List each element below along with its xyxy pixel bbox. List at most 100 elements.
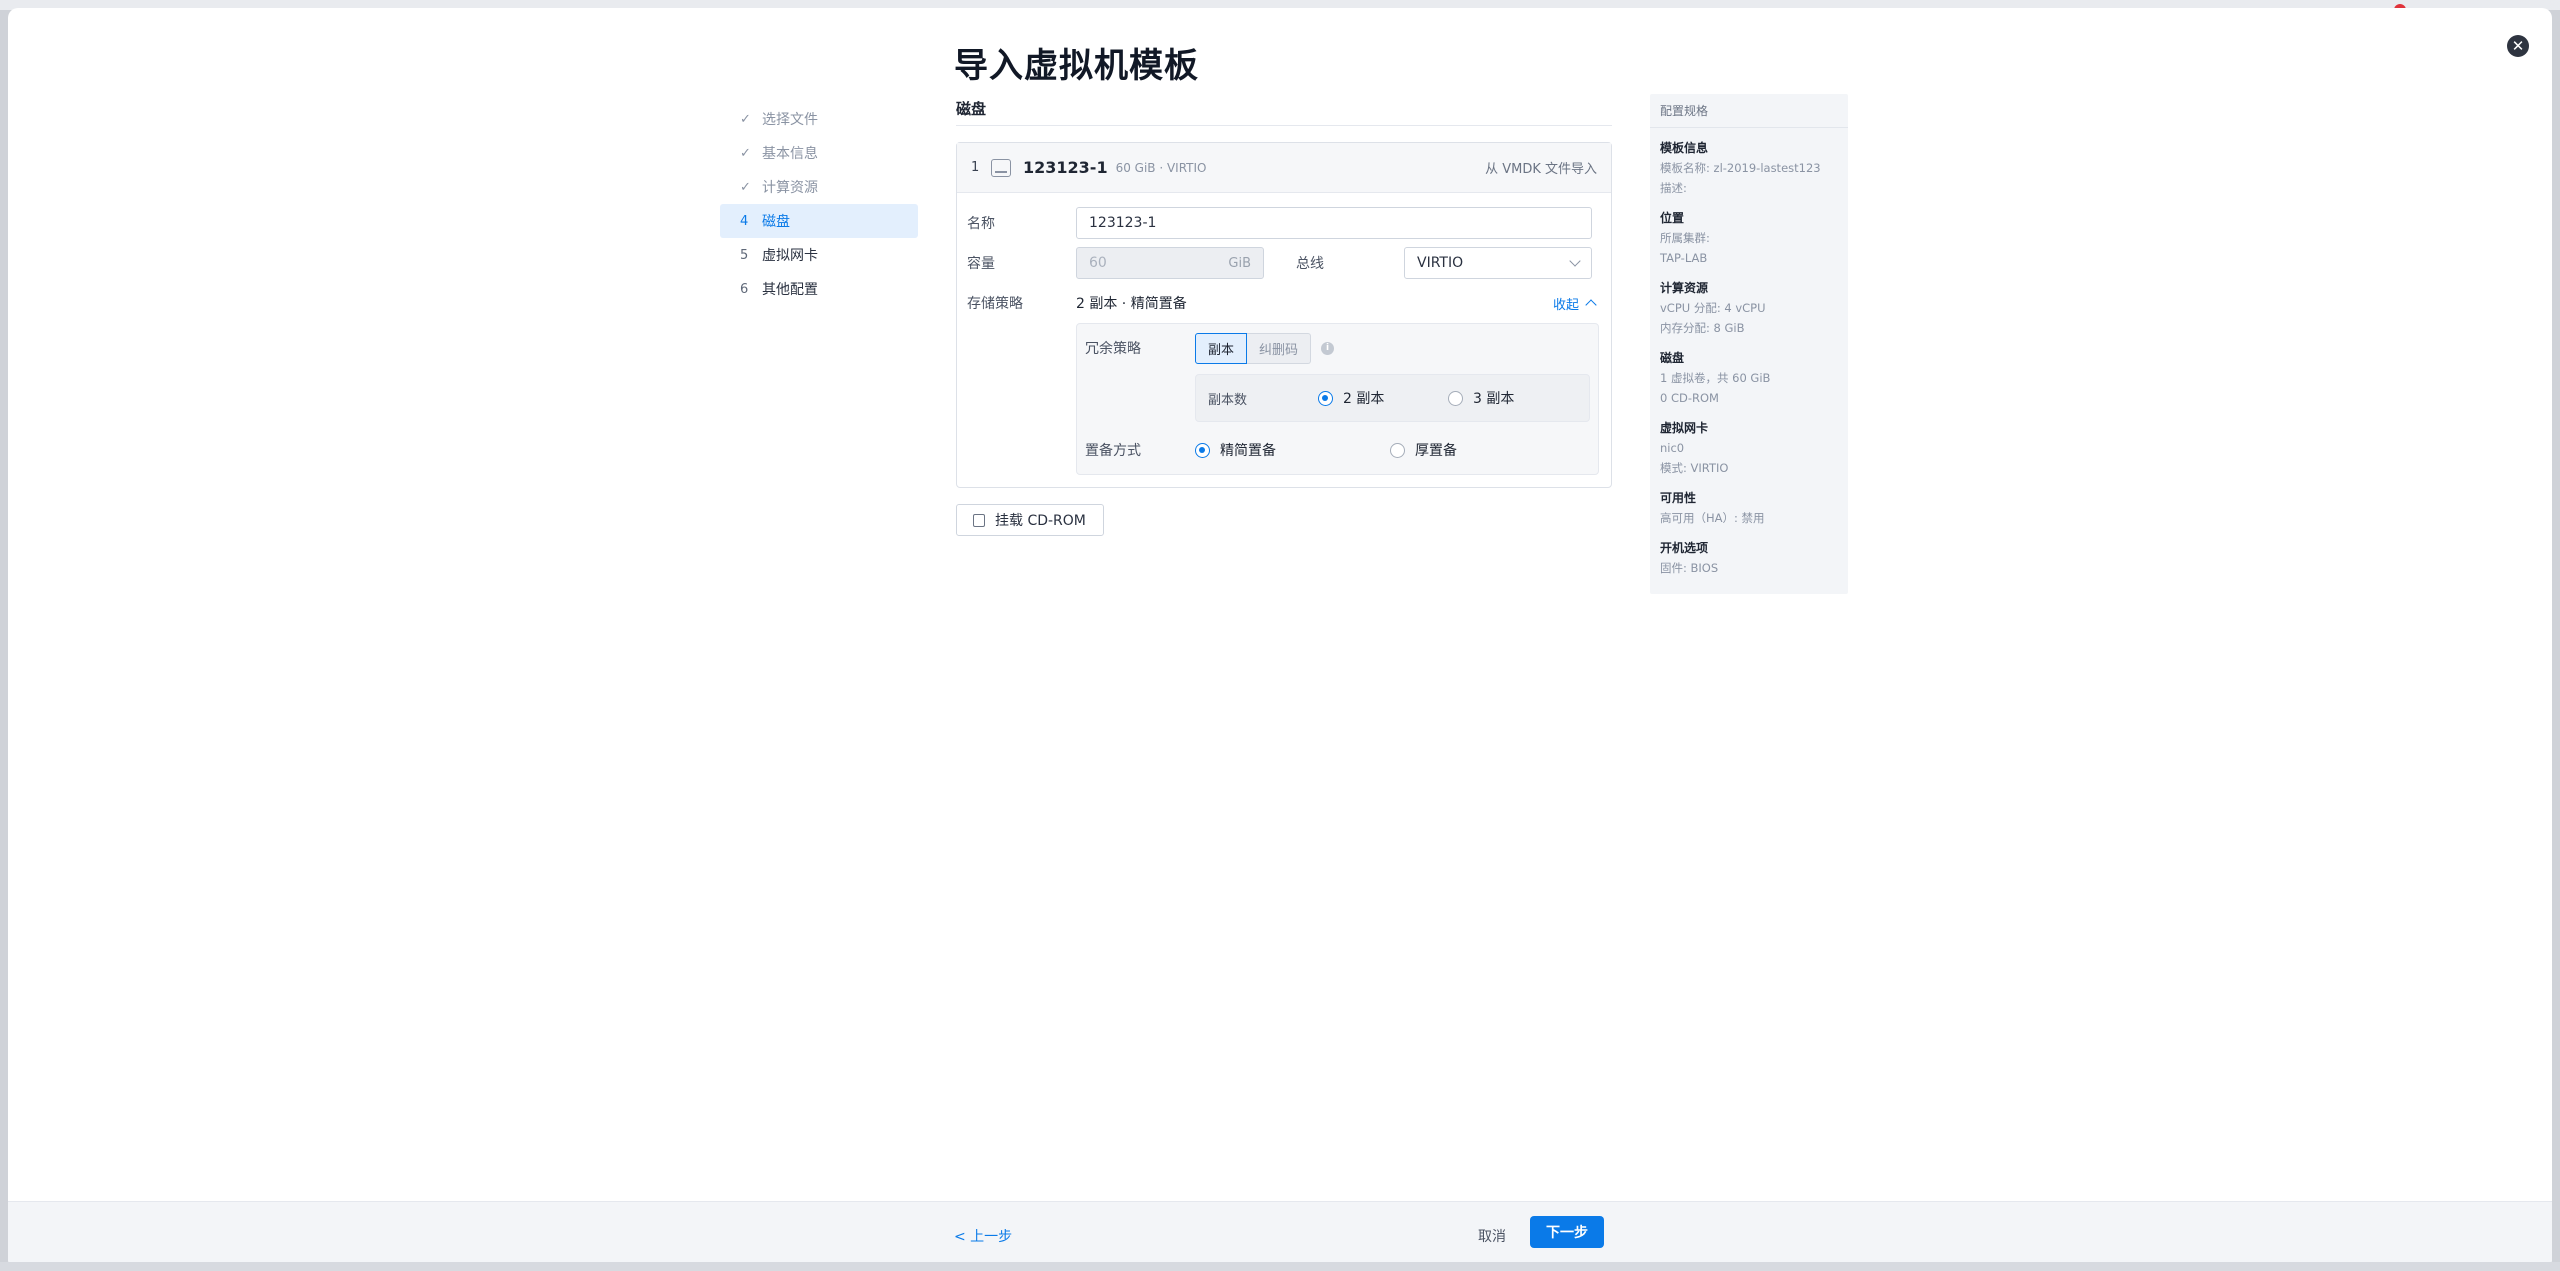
summary-line: 内存分配: 8 GiB bbox=[1660, 321, 1745, 335]
info-icon[interactable]: i bbox=[1321, 341, 1335, 355]
step-label: 虚拟网卡 bbox=[762, 248, 818, 264]
summary-line: 模式: VIRTIO bbox=[1660, 461, 1729, 475]
storage-policy-value: 2 副本 · 精简置备 bbox=[1076, 296, 1187, 312]
replica-2-option[interactable]: 2 副本 bbox=[1318, 388, 1448, 408]
summary-line: 固件: BIOS bbox=[1660, 561, 1719, 575]
step-select-file[interactable]: ✓ 选择文件 bbox=[720, 102, 918, 136]
wizard-steps: ✓ 选择文件 ✓ 基本信息 ✓ 计算资源 4 磁盘 5 虚拟网卡 6 其他配置 bbox=[720, 102, 918, 306]
page-title: 导入虚拟机模板 bbox=[954, 46, 1199, 86]
disk-source: 从 VMDK 文件导入 bbox=[1485, 162, 1597, 177]
close-icon[interactable]: ✕ bbox=[2507, 35, 2529, 57]
disk-config-area: 磁盘 1 123123-1 60 GiB · VIRTIO 从 VMDK 文件导… bbox=[956, 98, 1612, 536]
summary-section-title: 虚拟网卡 bbox=[1660, 421, 1709, 435]
summary-section-disk: 磁盘 1 虚拟卷，共 60 GiB 0 CD-ROM bbox=[1660, 348, 1838, 408]
redundancy-label: 冗余策略 bbox=[1085, 341, 1141, 357]
capacity-label: 容量 bbox=[967, 256, 995, 272]
summary-section-title: 模板信息 bbox=[1660, 141, 1709, 155]
cdrom-icon bbox=[973, 513, 985, 527]
step-number: 6 bbox=[740, 281, 749, 297]
replica-count-label: 副本数 bbox=[1208, 392, 1248, 408]
thin-provision-label: 精简置备 bbox=[1220, 443, 1276, 459]
summary-section-compute: 计算资源 vCPU 分配: 4 vCPU 内存分配: 8 GiB bbox=[1660, 278, 1838, 338]
summary-line: 所属集群: bbox=[1660, 231, 1710, 245]
dialog-footer: < 上一步 取消 下一步 bbox=[8, 1201, 2552, 1264]
replica-2-label: 2 副本 bbox=[1343, 391, 1385, 407]
summary-line: 模板名称: zl-2019-lastest123 bbox=[1660, 161, 1821, 175]
section-title: 磁盘 bbox=[956, 98, 1612, 126]
disk-icon bbox=[991, 158, 1011, 177]
disk-meta: 60 GiB · VIRTIO bbox=[1115, 160, 1207, 175]
disk-card: 1 123123-1 60 GiB · VIRTIO 从 VMDK 文件导入 名… bbox=[956, 142, 1612, 488]
disk-card-header: 1 123123-1 60 GiB · VIRTIO 从 VMDK 文件导入 bbox=[957, 143, 1611, 193]
collapse-label: 收起 bbox=[1552, 297, 1579, 313]
check-icon: ✓ bbox=[740, 111, 751, 127]
radio-unselected[interactable] bbox=[1448, 390, 1463, 406]
step-label: 其他配置 bbox=[762, 282, 818, 298]
thick-provision-label: 厚置备 bbox=[1415, 443, 1457, 459]
mount-cdrom-button[interactable]: 挂载 CD-ROM bbox=[956, 504, 1104, 536]
name-input[interactable]: 123123-1 bbox=[1076, 207, 1592, 239]
summary-section-title: 位置 bbox=[1660, 211, 1685, 225]
summary-line: nic0 bbox=[1660, 441, 1685, 455]
next-step-button[interactable]: 下一步 bbox=[1530, 1216, 1604, 1248]
disk-name: 123123-1 bbox=[1023, 158, 1108, 177]
cancel-button[interactable]: 取消 bbox=[1478, 1226, 1506, 1246]
summary-section-title: 开机选项 bbox=[1660, 541, 1709, 555]
redundancy-row: 冗余策略 副本 纠删码 i bbox=[1085, 332, 1590, 364]
radio-selected[interactable] bbox=[1195, 442, 1210, 458]
redundancy-replica-button[interactable]: 副本 bbox=[1195, 332, 1248, 364]
bus-value: VIRTIO bbox=[1417, 255, 1464, 271]
disk-card-body: 名称 123123-1 容量 60 GiB 总线 VIRTIO 存储策略 2 副… bbox=[957, 193, 1611, 487]
thick-provision-option[interactable]: 厚置备 bbox=[1390, 440, 1457, 460]
chevron-down-icon bbox=[1569, 254, 1581, 267]
step-virtual-nic[interactable]: 5 虚拟网卡 bbox=[720, 238, 918, 272]
summary-section-boot: 开机选项 固件: BIOS bbox=[1660, 538, 1838, 578]
name-input-value: 123123-1 bbox=[1089, 215, 1157, 231]
step-other-config[interactable]: 6 其他配置 bbox=[720, 272, 918, 306]
redundancy-toggle: 副本 纠删码 bbox=[1195, 332, 1312, 364]
step-number: 4 bbox=[740, 213, 749, 229]
step-disk[interactable]: 4 磁盘 bbox=[720, 204, 918, 238]
summary-header: 配置规格 bbox=[1650, 94, 1848, 128]
summary-line: 描述: bbox=[1660, 181, 1687, 195]
step-compute-resources[interactable]: ✓ 计算资源 bbox=[720, 170, 918, 204]
check-icon: ✓ bbox=[740, 179, 751, 195]
capacity-value: 60 bbox=[1089, 255, 1107, 271]
collapse-link[interactable]: 收起 bbox=[1552, 294, 1597, 313]
redundancy-erasure-code-button[interactable]: 纠删码 bbox=[1247, 332, 1312, 364]
provision-row: 置备方式 精简置备 厚置备 bbox=[1085, 436, 1590, 464]
capacity-unit: GiB bbox=[1228, 255, 1251, 271]
previous-step-link[interactable]: < 上一步 bbox=[954, 1226, 1012, 1246]
chevron-up-icon bbox=[1585, 299, 1597, 311]
thin-provision-option[interactable]: 精简置备 bbox=[1195, 440, 1390, 460]
storage-policy-label: 存储策略 bbox=[967, 296, 1023, 312]
name-label: 名称 bbox=[967, 216, 995, 232]
storage-policy-row: 存储策略 2 副本 · 精简置备 收起 bbox=[967, 283, 1599, 323]
summary-line: 高可用（HA）: 禁用 bbox=[1660, 511, 1765, 525]
summary-section-availability: 可用性 高可用（HA）: 禁用 bbox=[1660, 488, 1838, 528]
name-row: 名称 123123-1 bbox=[967, 203, 1599, 243]
capacity-bus-row: 容量 60 GiB 总线 VIRTIO bbox=[967, 243, 1599, 283]
mount-cdrom-label: 挂载 CD-ROM bbox=[995, 513, 1086, 529]
summary-line: TAP-LAB bbox=[1660, 251, 1708, 265]
step-label: 基本信息 bbox=[762, 146, 818, 162]
summary-line: vCPU 分配: 4 vCPU bbox=[1660, 301, 1766, 315]
radio-unselected[interactable] bbox=[1390, 442, 1405, 458]
config-summary-panel: 配置规格 模板信息 模板名称: zl-2019-lastest123 描述: 位… bbox=[1650, 94, 1848, 594]
bus-select[interactable]: VIRTIO bbox=[1404, 247, 1592, 279]
provision-label: 置备方式 bbox=[1085, 443, 1141, 459]
storage-policy-panel: 冗余策略 副本 纠删码 i 副本数 2 副本 3 副本 置备方式 精简置备 厚置… bbox=[1076, 323, 1599, 475]
disk-index: 1 bbox=[971, 160, 980, 175]
radio-selected[interactable] bbox=[1318, 390, 1333, 406]
summary-section-title: 计算资源 bbox=[1660, 281, 1709, 295]
step-label: 计算资源 bbox=[762, 180, 818, 196]
summary-section-template: 模板信息 模板名称: zl-2019-lastest123 描述: bbox=[1660, 138, 1838, 198]
background-bottom-bar bbox=[0, 1262, 2560, 1271]
step-basic-info[interactable]: ✓ 基本信息 bbox=[720, 136, 918, 170]
summary-line: 0 CD-ROM bbox=[1660, 391, 1719, 405]
replica-count-box: 副本数 2 副本 3 副本 bbox=[1195, 374, 1590, 422]
step-number: 5 bbox=[740, 247, 749, 263]
summary-section-title: 磁盘 bbox=[1660, 351, 1685, 365]
replica-3-option[interactable]: 3 副本 bbox=[1448, 388, 1514, 408]
check-icon: ✓ bbox=[740, 145, 751, 161]
